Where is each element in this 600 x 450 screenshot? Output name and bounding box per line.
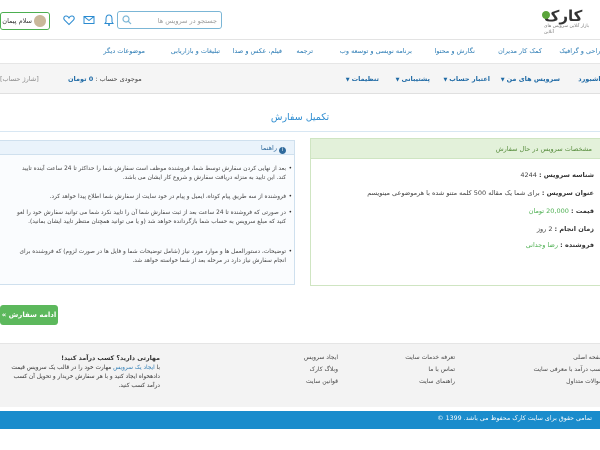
title-divider — [0, 131, 600, 132]
category-nav: طراحی و گرافیک کمک کار مدیران نگارش و مح… — [0, 40, 600, 64]
bell-icon[interactable] — [102, 13, 116, 27]
logo-mark — [542, 11, 550, 19]
guide-title: راهنما — [260, 144, 277, 152]
guide-item: توضیحات، دستورالعمل ها و موارد مورد نیاز… — [12, 248, 292, 265]
footer-link[interactable]: وبلاگ کارک — [304, 366, 338, 378]
order-row-service-id: شناسه سرویس : 4244 — [520, 171, 594, 179]
account-credit-menu[interactable]: اعتبار حساب▼ — [443, 75, 490, 83]
footer-link[interactable]: صفحه اصلی — [533, 354, 600, 366]
category-item[interactable]: برنامه نویسی و توسعه وب — [340, 47, 412, 55]
site-header: کارک بازار آنلاین سرویس های آنلاین سلام … — [0, 0, 600, 40]
chevron-down-icon: ▼ — [443, 77, 448, 83]
page-title: تکمیل سفارش — [270, 112, 330, 123]
order-row-service-title: عنوان سرویس : برای شما یک مقاله 500 کلمه… — [367, 189, 594, 197]
footer-link[interactable]: سوالات متداول — [533, 378, 600, 390]
balance-label: موجودی حساب : — [95, 75, 142, 83]
balance-value: 0 تومان — [68, 75, 94, 83]
guide-item: فروشنده از سه طریق پیام کوتاه، ایمیل و پ… — [12, 193, 292, 202]
order-row-seller: فروشنده : رضا وجدانی — [526, 241, 594, 249]
account-balance: موجودی حساب :0 تومان — [68, 75, 142, 83]
order-row-label: شناسه سرویس : — [538, 171, 594, 179]
chevron-down-icon: ▼ — [345, 77, 350, 83]
footer-column: تعرفه خدمات سایت تماس با ما راهنمای سایت — [405, 354, 455, 390]
order-row-label: فروشنده : — [560, 241, 594, 249]
dashboard-link[interactable]: داشبورد — [578, 75, 600, 83]
mail-icon[interactable] — [82, 13, 96, 27]
header-icons — [61, 13, 116, 27]
dashboard-bar: داشبورد سرویس های من▼ اعتبار حساب▼ پشتیب… — [0, 64, 600, 94]
footer-column: ایجاد سرویس وبلاگ کارک قوانین سایت — [304, 354, 338, 390]
order-details-panel: مشخصات سرویس در حال سفارش شناسه سرویس : … — [310, 138, 600, 286]
category-item[interactable]: کمک کار مدیران — [498, 47, 542, 55]
order-row-price: قیمت : 20,000 تومان — [529, 207, 594, 215]
my-services-menu[interactable]: سرویس های من▼ — [501, 75, 560, 83]
user-greeting: سلام پیمان — [2, 17, 32, 25]
support-label: پشتیبانی — [401, 75, 430, 83]
logo-tagline: بازار آنلاین سرویس های آنلاین — [544, 24, 590, 35]
promo-title: مهارتی دارید؟ کسب درآمد کنید! — [61, 355, 160, 362]
page-bottom — [0, 429, 600, 450]
chevron-down-icon: ▼ — [395, 77, 400, 83]
category-item[interactable]: طراحی و گرافیک — [559, 47, 600, 55]
charge-account-link[interactable]: [شارژ حساب] — [0, 75, 39, 83]
category-item[interactable]: موضوعات دیگر — [103, 47, 145, 55]
heart-icon[interactable] — [62, 13, 76, 27]
user-menu-button[interactable]: سلام پیمان — [0, 12, 50, 30]
order-row-value: 4244 — [520, 171, 537, 179]
site-logo[interactable]: کارک بازار آنلاین سرویس های آنلاین — [542, 7, 594, 35]
footer-link[interactable]: تماس با ما — [405, 366, 455, 378]
category-item[interactable]: ترجمه — [296, 47, 313, 55]
search-input[interactable] — [137, 14, 217, 27]
footer-link[interactable]: کسب درآمد با معرفی سایت — [533, 366, 600, 378]
footer-link[interactable]: راهنمای سایت — [405, 378, 455, 390]
site-footer: صفحه اصلی کسب درآمد با معرفی سایت سوالات… — [0, 343, 600, 407]
search-box[interactable] — [117, 11, 222, 29]
guide-item: در صورتی که فروشنده تا 24 ساعت بعد از ثب… — [12, 209, 292, 226]
guide-panel-header: iراهنما — [0, 141, 294, 155]
order-panel-header: مشخصات سرویس در حال سفارش — [311, 139, 600, 159]
category-item[interactable]: تبلیغات و بازاریابی — [171, 47, 220, 55]
order-row-value: 20,000 تومان — [528, 207, 569, 215]
info-icon: i — [279, 147, 286, 154]
account-credit-label: اعتبار حساب — [449, 75, 490, 83]
settings-menu[interactable]: تنظیمات▼ — [346, 75, 379, 83]
promo-text: با ایجاد یک سرویس مهارت خود را در قالب ی… — [0, 364, 160, 391]
footer-link[interactable]: قوانین سایت — [304, 378, 338, 390]
create-service-link[interactable]: ایجاد یک سرویس — [113, 365, 155, 371]
search-icon[interactable] — [122, 15, 132, 25]
order-row-duration: زمان انجام : 2 روز — [537, 225, 594, 233]
avatar — [34, 15, 46, 27]
settings-label: تنظیمات — [351, 75, 379, 83]
category-item[interactable]: فیلم، عکس و صدا — [233, 47, 282, 55]
continue-order-button[interactable]: ادامه سفارش » — [0, 305, 58, 325]
footer-column: صفحه اصلی کسب درآمد با معرفی سایت سوالات… — [533, 354, 600, 390]
order-row-label: قیمت : — [570, 207, 594, 215]
seller-link[interactable]: رضا وجدانی — [526, 241, 558, 249]
logo-text: کارک — [544, 7, 583, 25]
support-menu[interactable]: پشتیبانی▼ — [396, 75, 430, 83]
promo-text-start: با — [156, 365, 160, 371]
order-row-label: عنوان سرویس : — [541, 189, 594, 197]
order-row-label: زمان انجام : — [554, 225, 594, 233]
order-row-value: 2 روز — [536, 225, 553, 233]
footer-link[interactable]: تعرفه خدمات سایت — [405, 354, 455, 366]
my-services-label: سرویس های من — [506, 75, 560, 83]
guide-item: بعد از نهایی کردن سفارش توسط شما، فروشند… — [12, 165, 292, 182]
footer-link[interactable]: ایجاد سرویس — [304, 354, 338, 366]
category-item[interactable]: نگارش و محتوا — [434, 47, 475, 55]
order-row-value: برای شما یک مقاله 500 کلمه متنو شده با ه… — [367, 189, 540, 197]
footer-promo: مهارتی دارید؟ کسب درآمد کنید! با ایجاد ی… — [0, 354, 160, 391]
chevron-down-icon: ▼ — [500, 77, 505, 83]
copyright-bar: تمامی حقوق برای سایت کارک محفوظ می باشد.… — [0, 411, 600, 429]
guide-panel: iراهنما بعد از نهایی کردن سفارش توسط شما… — [0, 140, 295, 285]
